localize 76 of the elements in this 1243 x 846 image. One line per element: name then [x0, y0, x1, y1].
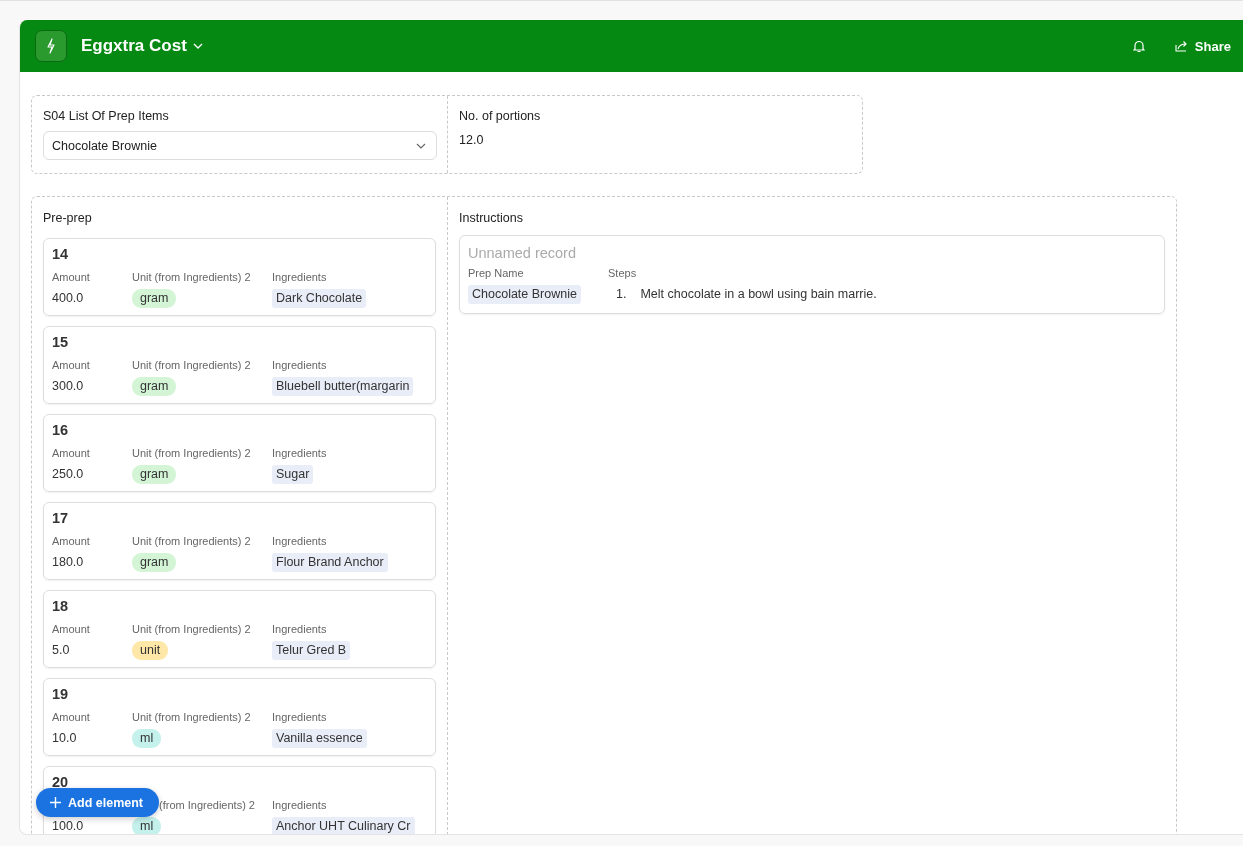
amount-value: 250.0 [52, 466, 84, 483]
steps-label: Steps [608, 267, 637, 281]
record-card[interactable]: 15 Amount 300.0 Unit (from Ingredients) 2 gram Ingredients Bluebell butter(margarin [43, 326, 436, 404]
select-field[interactable]: Chocolate Brownie [43, 131, 437, 160]
amount-value: 10.0 [52, 730, 77, 747]
ingredients-label: Ingredients [272, 535, 327, 549]
ingredient-chip: Flour Brand Anchor [272, 553, 388, 572]
card-title: 15 [52, 334, 70, 350]
card-title: 18 [52, 598, 70, 614]
ingredient-chip: Sugar [272, 465, 314, 484]
unit-label: Unit (from Ingredients) 2 [132, 711, 251, 725]
card-title: 14 [52, 246, 70, 262]
unit-tag: gram [132, 465, 177, 484]
share-button[interactable]: Share [1170, 36, 1235, 56]
record-card[interactable]: 17 Amount 180.0 Unit (from Ingredients) 2 gram Ingredients Flour Brand Anchor [43, 502, 436, 580]
amount-value: 300.0 [52, 378, 84, 395]
amount-value: 400.0 [52, 290, 84, 307]
step-text: Melt chocolate in a bowl using bain marrie. [640, 287, 877, 301]
bell-icon [1132, 39, 1145, 53]
chevron-down-icon [192, 43, 203, 49]
step-number: 1. [616, 287, 627, 301]
unit-label: Unit (from Ingredients) 2 [132, 535, 251, 549]
record-card[interactable]: 14 Amount 400.0 Unit (from Ingredients) 2 gram Ingredients Dark Chocolate [43, 238, 436, 316]
unit-label: Unit (from Ingredients) 2 [132, 271, 251, 285]
unit-tag: ml [132, 729, 162, 748]
prep-name-chip: Chocolate Brownie [468, 285, 581, 304]
ingredient-chip: Dark Chocolate [272, 289, 367, 308]
share-icon [1174, 40, 1188, 52]
amount-value: 100.0 [52, 818, 84, 834]
amount-label: Amount [52, 447, 90, 461]
ingredient-chip: Bluebell butter(margarin [272, 377, 414, 396]
unit-tag: gram [132, 377, 177, 396]
card-title: Unnamed record [468, 245, 577, 261]
prep-name-label: Prep Name [468, 267, 524, 281]
record-card[interactable]: 16 Amount 250.0 Unit (from Ingredients) 2 gram Ingredients Sugar [43, 414, 436, 492]
ingredients-label: Ingredients [272, 799, 327, 813]
ingredients-label: Ingredients [272, 447, 327, 461]
ingredient-chip: Vanilla essence [272, 729, 367, 748]
amount-value: 180.0 [52, 554, 84, 571]
app-title-button[interactable]: Eggxtra Cost [81, 36, 203, 56]
record-card[interactable]: Unnamed record Prep Name Chocolate Brownie Steps 1. Melt chocolate in a bowl using bain marrie. [459, 235, 1165, 314]
unit-label: Unit (from Ingredients) 2 [132, 447, 251, 461]
plus-icon [50, 797, 61, 808]
amount-value: 5.0 [52, 642, 70, 659]
amount-label: Amount [52, 623, 90, 637]
ingredient-chip: Anchor UHT Culinary Cr [272, 817, 415, 834]
chevron-down-icon [416, 142, 426, 149]
card-title: 17 [52, 510, 70, 526]
record-card[interactable]: 19 Amount 10.0 Unit (from Ingredients) 2 ml Ingredients Vanilla essence [43, 678, 436, 756]
field-value: 12.0 [459, 133, 485, 147]
ingredient-chip: Telur Gred B [272, 641, 351, 660]
unit-label: Unit (from Ingredients) 2 [132, 623, 251, 637]
unit-label: Unit (from Ingredients) 2 [132, 359, 251, 373]
card-title: 16 [52, 422, 70, 438]
amount-label: Amount [52, 535, 90, 549]
ingredients-label: Ingredients [272, 711, 327, 725]
add-element-button[interactable]: Add element [36, 788, 159, 817]
amount-label: Amount [52, 359, 90, 373]
field-label: No. of portions [459, 109, 542, 123]
record-card[interactable]: 18 Amount 5.0 Unit (from Ingredients) 2 unit Ingredients Telur Gred B [43, 590, 436, 668]
section-title: Instructions [459, 211, 524, 225]
unit-tag: gram [132, 553, 177, 572]
unit-tag: ml [132, 817, 162, 834]
amount-label: Amount [52, 711, 90, 725]
logo-button[interactable] [35, 30, 67, 62]
card-title: 19 [52, 686, 70, 702]
unit-tag: unit [132, 641, 169, 660]
unit-tag: gram [132, 289, 177, 308]
field-label: S04 List Of Prep Items [43, 109, 170, 123]
ingredients-label: Ingredients [272, 359, 327, 373]
section-title: Pre-prep [43, 211, 93, 225]
bolt-icon [46, 38, 56, 54]
ingredients-label: Ingredients [272, 271, 327, 285]
amount-label: Amount [52, 271, 90, 285]
card-title: 20 [52, 774, 70, 790]
ingredients-label: Ingredients [272, 623, 327, 637]
